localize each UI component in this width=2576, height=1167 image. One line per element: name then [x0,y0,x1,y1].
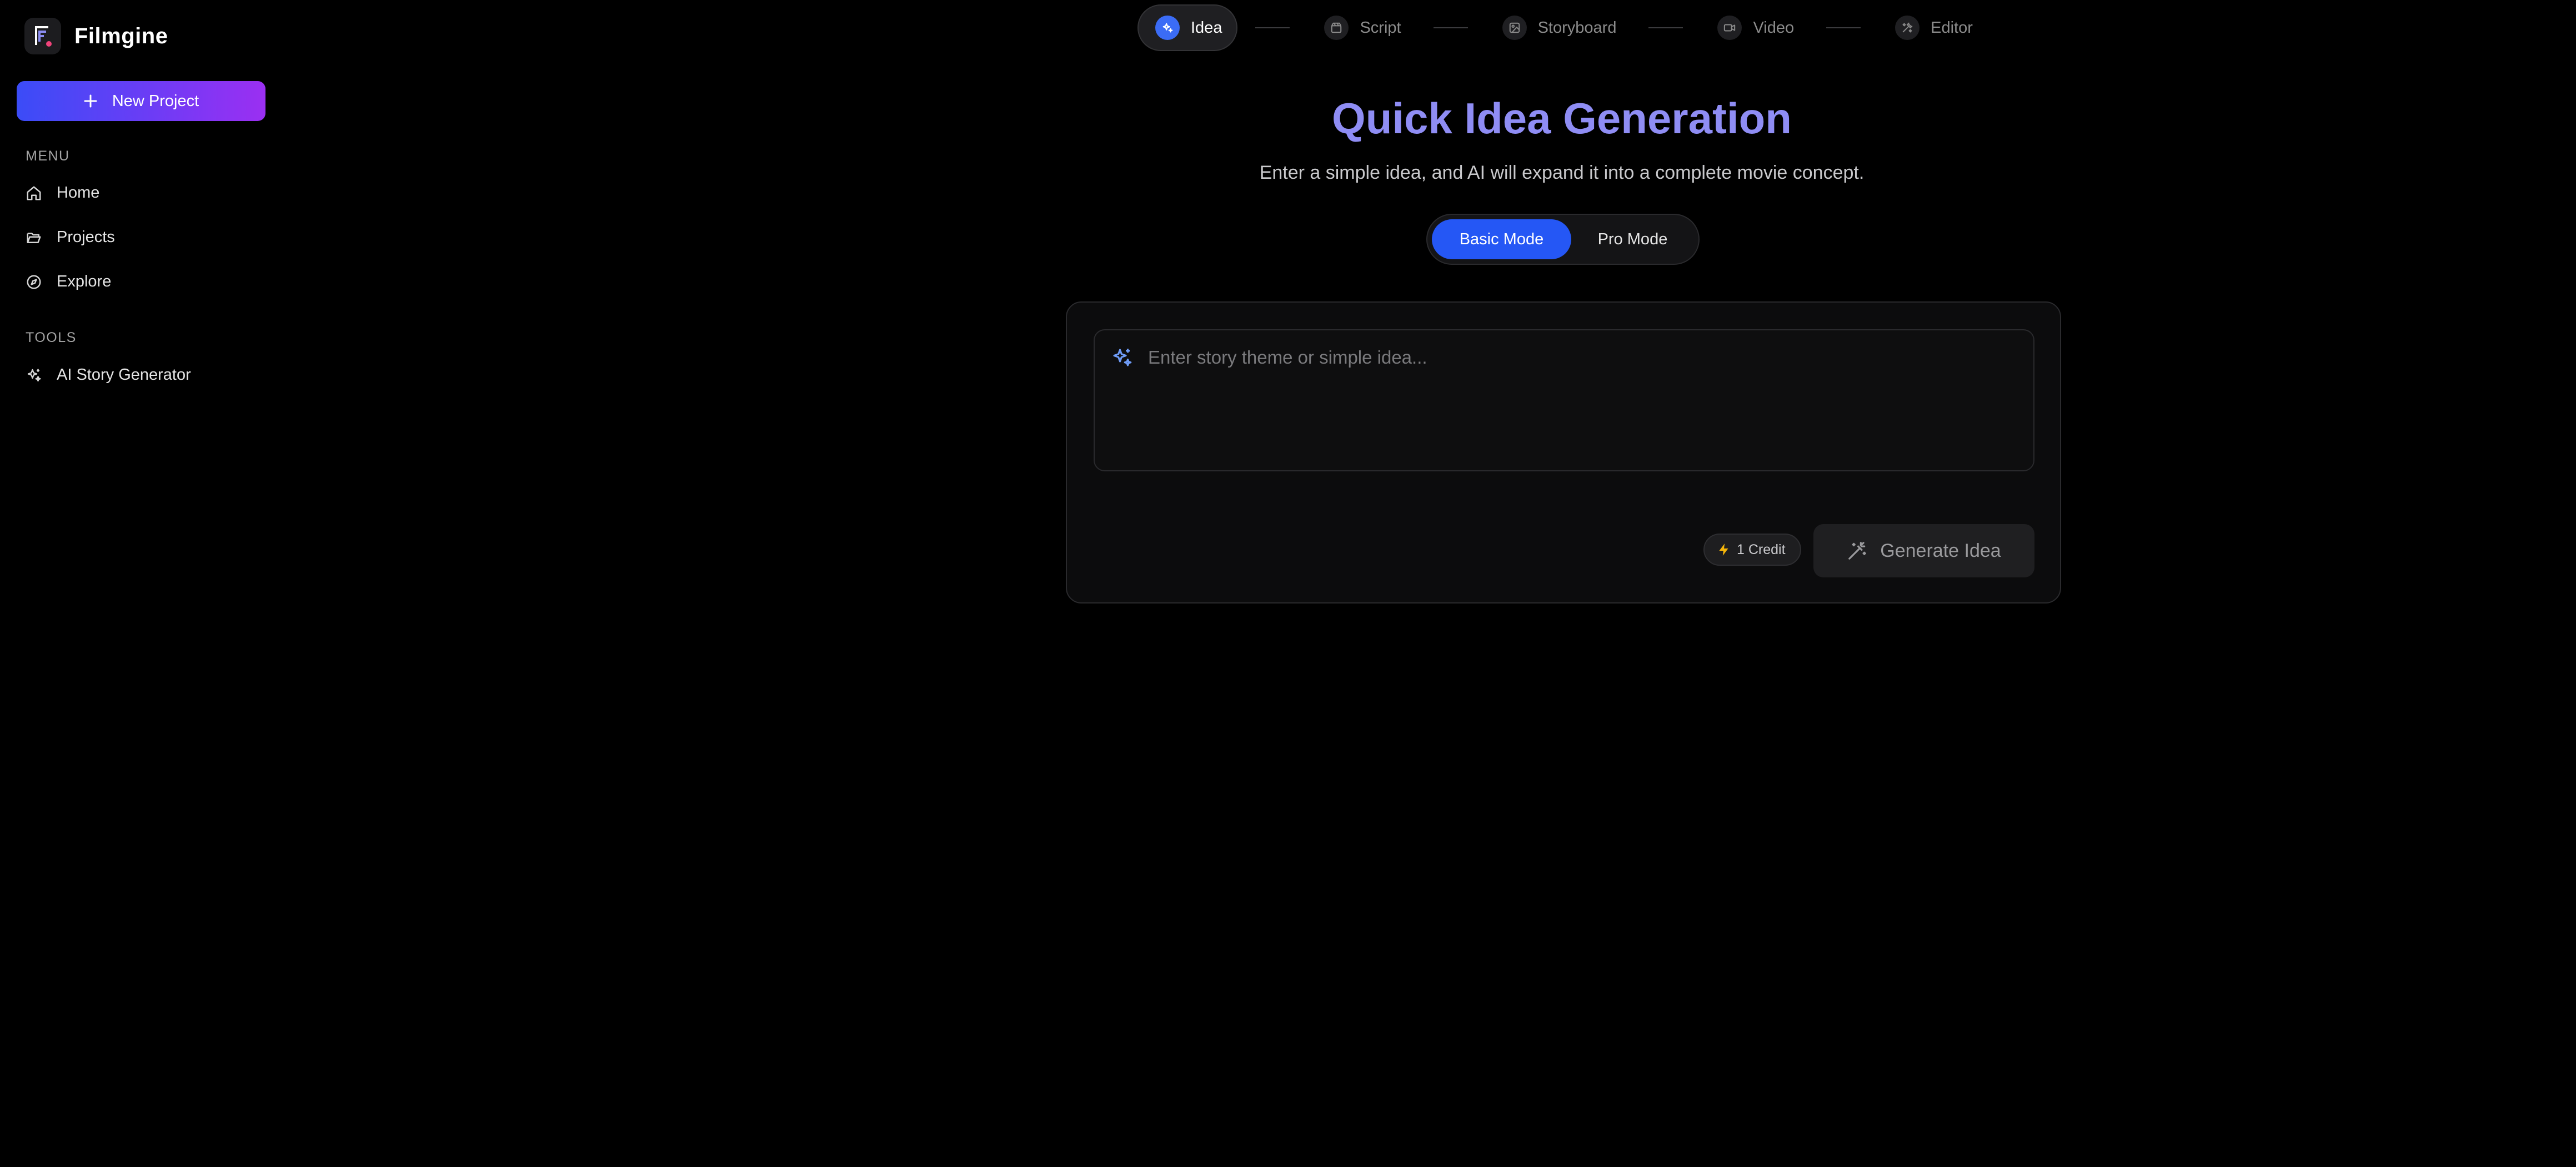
step-script[interactable]: Script [1307,4,1415,51]
sparkles-icon [1155,16,1180,40]
pro-mode-button[interactable]: Pro Mode [1571,219,1694,259]
magic-wand-icon [1848,542,1867,560]
filmgine-logo-icon [24,18,61,54]
workflow-stepper: Idea Script Storyboard Video Editor [1137,4,1987,51]
clapperboard-icon [1324,16,1349,40]
step-idea[interactable]: Idea [1137,4,1238,51]
generate-idea-button[interactable]: Generate Idea [1813,524,2034,577]
generate-idea-label: Generate Idea [1880,540,2001,561]
sparkles-icon [27,369,41,381]
plus-icon [84,94,97,108]
menu-section-label: MENU [26,148,70,164]
sidebar-item-ai-story-generator[interactable]: AI Story Generator [26,366,191,384]
sidebar-item-home[interactable]: Home [26,184,99,202]
page-subtitle: Enter a simple idea, and AI will expand … [1259,162,1865,183]
mode-toggle: Basic Mode Pro Mode [1426,214,1700,265]
sidebar-item-label: Explore [57,273,112,290]
new-project-label: New Project [112,92,199,110]
idea-input[interactable] [1147,344,2013,371]
sidebar-item-label: Projects [57,228,115,246]
step-storyboard[interactable]: Storyboard [1486,4,1631,51]
step-label: Video [1753,18,1795,37]
step-connector [1826,27,1861,28]
step-label: Script [1360,18,1401,37]
credit-badge: 1 Credit [1703,534,1801,566]
sidebar-item-explore[interactable]: Explore [26,273,111,291]
page-title: Quick Idea Generation [1332,94,1792,143]
video-camera-icon [1717,16,1742,40]
basic-mode-button[interactable]: Basic Mode [1432,219,1571,259]
home-icon [27,186,41,200]
step-label: Editor [1931,18,1973,37]
step-label: Idea [1191,18,1222,37]
step-connector [1648,27,1683,28]
brand[interactable]: Filmgine [24,18,168,54]
folder-open-icon [27,232,41,243]
step-editor[interactable]: Editor [1878,4,1987,51]
credit-label: 1 Credit [1737,541,1786,557]
lightning-icon [1719,544,1728,556]
tools-section-label: TOOLS [26,330,77,345]
tools-icon [1895,16,1920,40]
sidebar-item-label: AI Story Generator [57,366,191,384]
step-video[interactable]: Video [1701,4,1808,51]
app-name: Filmgine [74,23,168,48]
sidebar-item-label: Home [57,184,100,202]
idea-input-box[interactable] [1094,329,2034,471]
compass-icon [27,275,41,289]
sidebar: Filmgine New Project MENU Home Projects … [0,0,283,1167]
sidebar-item-projects[interactable]: Projects [26,228,115,247]
step-connector [1433,27,1468,28]
idea-panel: 1 Credit Generate Idea [1066,301,2061,603]
step-label: Storyboard [1537,18,1617,37]
new-project-button[interactable]: New Project [17,81,265,121]
step-connector [1255,27,1290,28]
sparkles-icon [1113,349,1132,366]
image-frame-icon [1502,16,1527,40]
